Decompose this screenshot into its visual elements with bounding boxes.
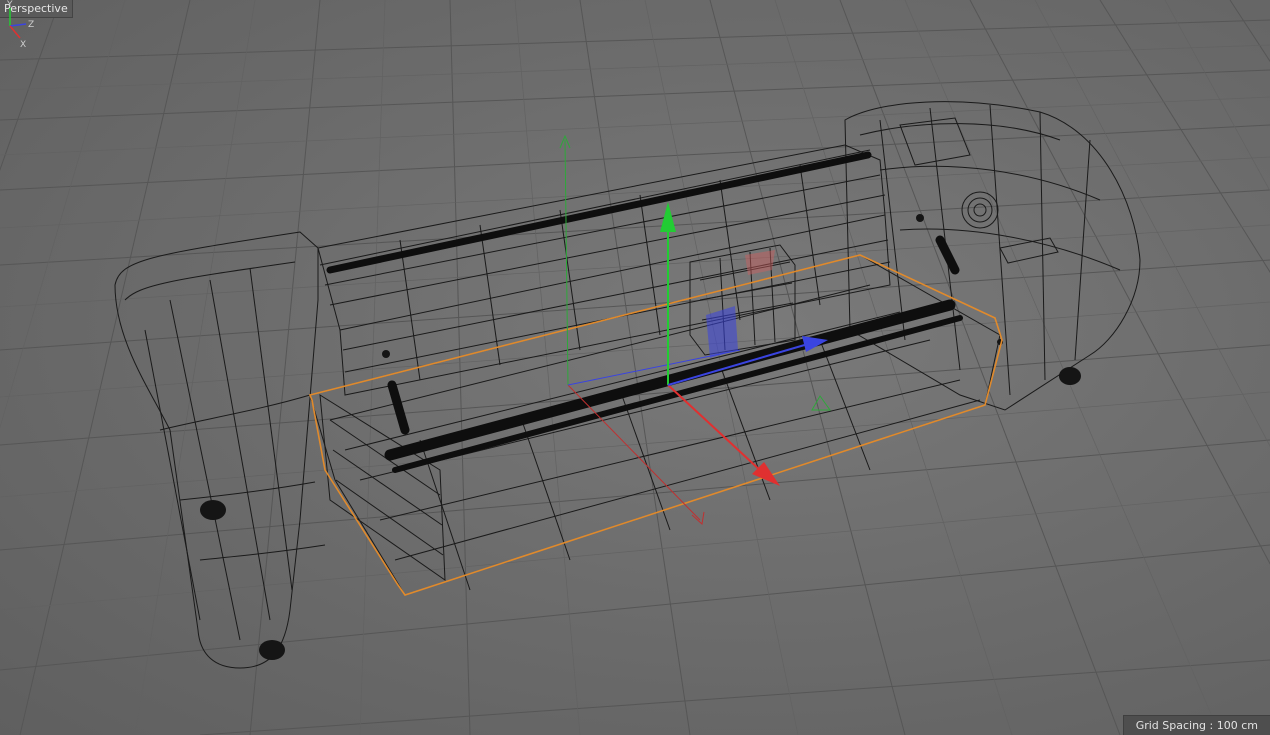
viewport-canvas[interactable] [0, 0, 1270, 735]
cutter-feet [200, 214, 1081, 660]
grid-spacing-label: Grid Spacing : [1135, 719, 1217, 732]
axis-indicator-icon: Y Z X [6, 0, 34, 50]
axis-y-label: Y [6, 0, 13, 10]
floor-grid [0, 0, 1270, 735]
axis-z-label: Z [28, 20, 34, 30]
axis-x-label: X [20, 40, 26, 50]
grid-spacing-status: Grid Spacing : 100 cm [1122, 715, 1270, 735]
3d-viewport[interactable]: Perspective Y Z X Grid Spacing : 100 cm [0, 0, 1270, 735]
grid-spacing-value: 100 cm [1216, 719, 1258, 732]
